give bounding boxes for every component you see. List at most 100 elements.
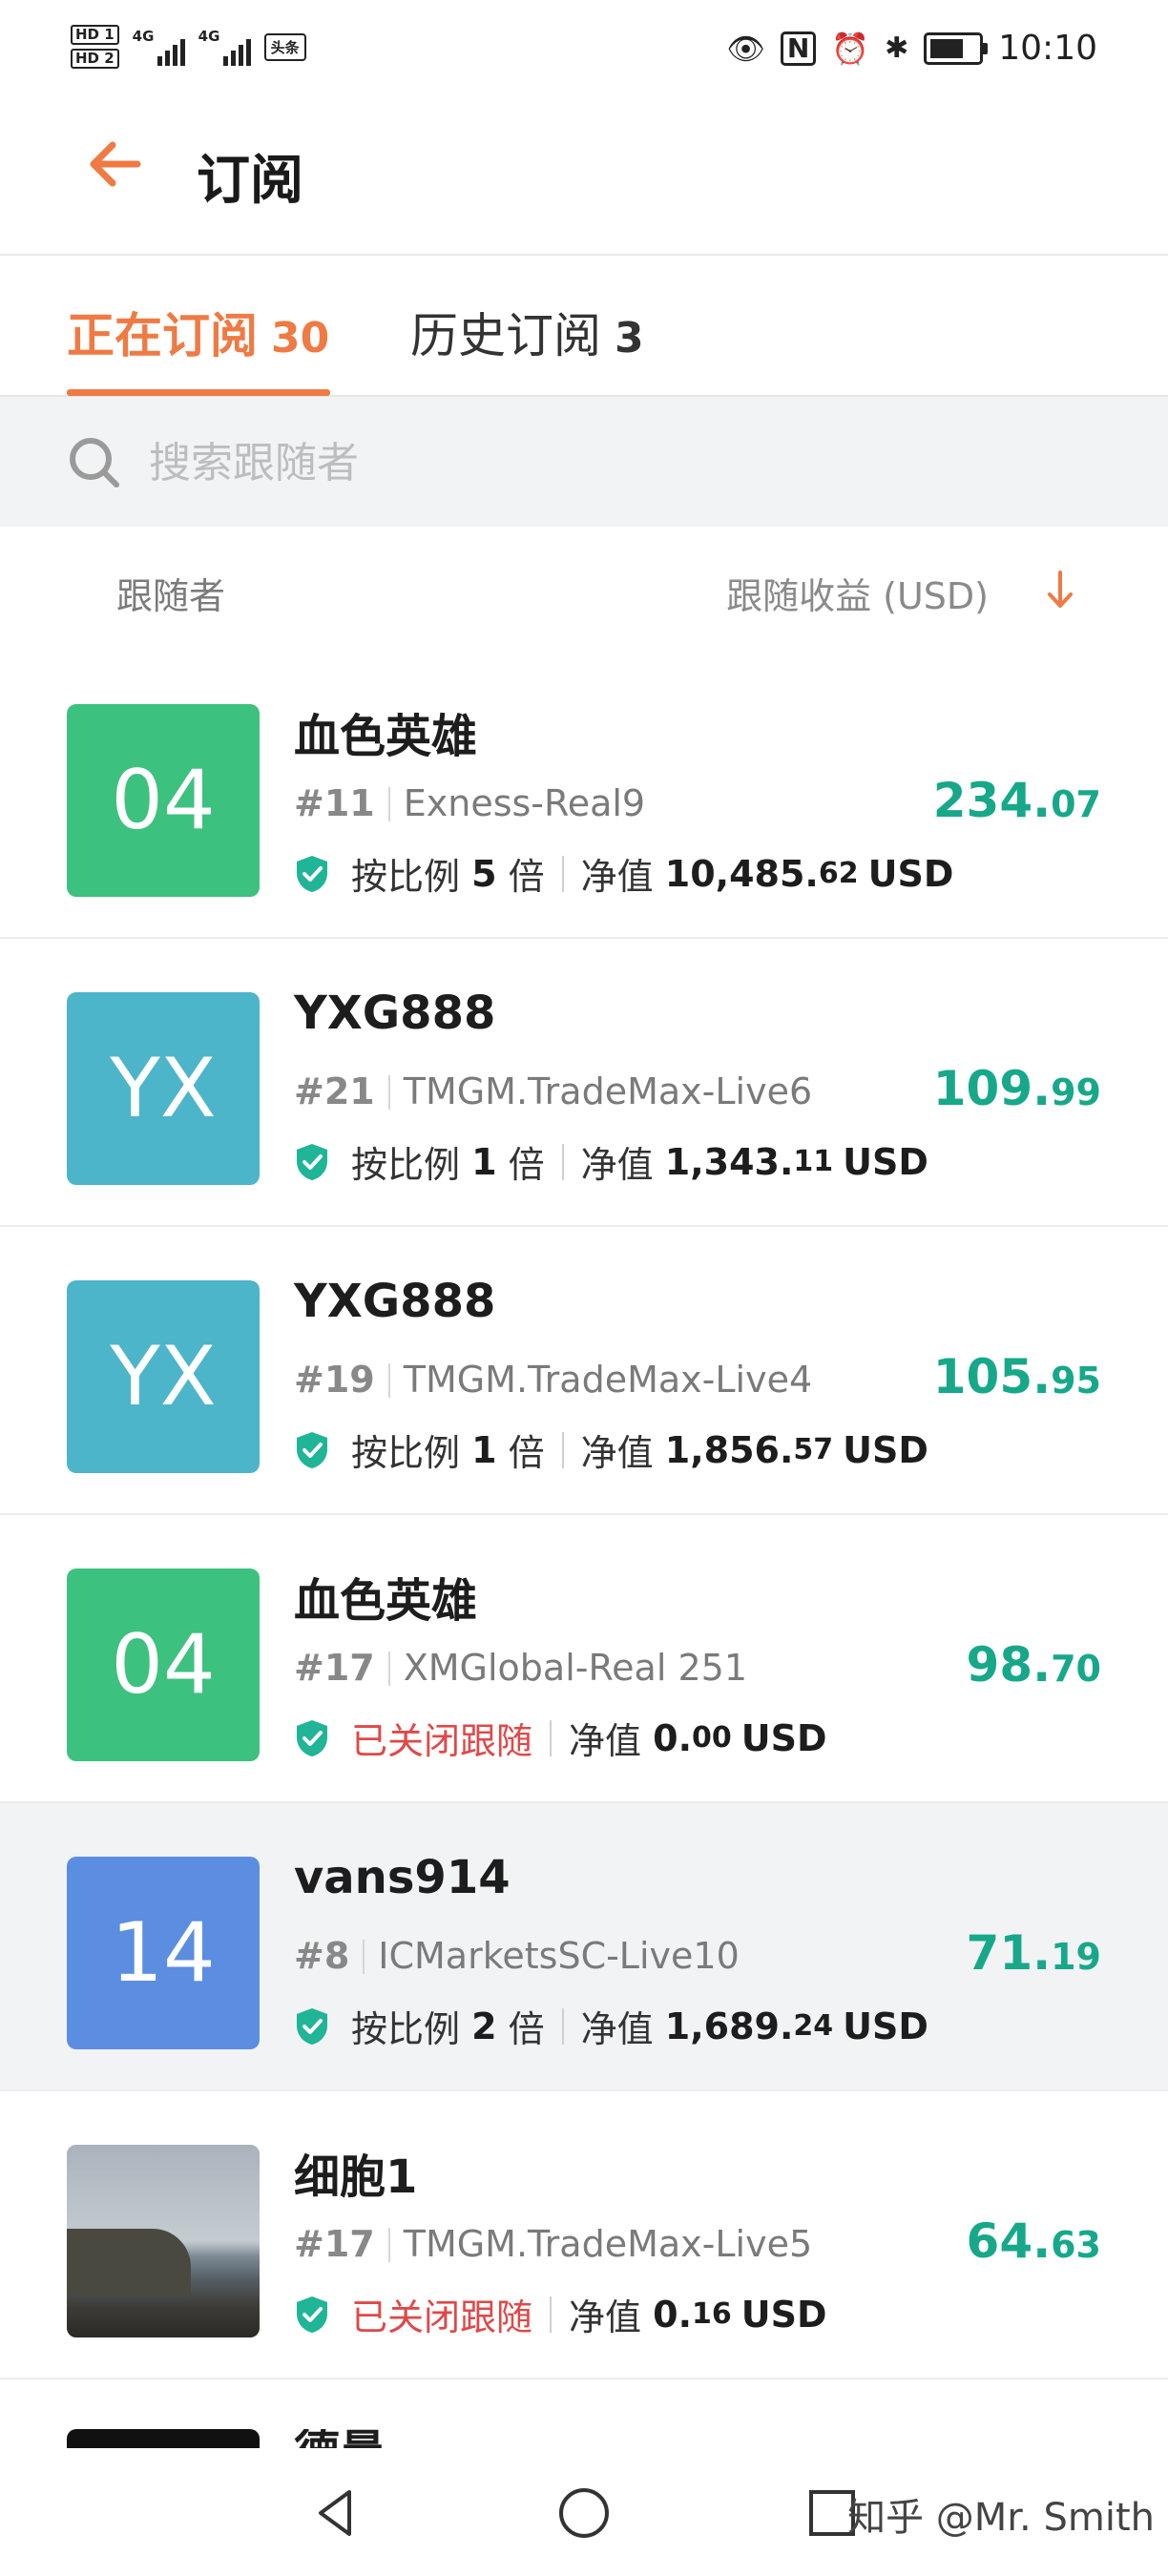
- follower-name: 血色英雄: [294, 1574, 478, 1628]
- equity-dec: 00: [692, 1721, 732, 1755]
- toutiao-badge: 头条: [263, 32, 306, 61]
- tab-history-subscriptions[interactable]: 历史订阅 3: [410, 298, 644, 366]
- sort-down-arrow-icon[interactable]: [1044, 569, 1076, 611]
- equity-label: 净值: [580, 1432, 654, 1474]
- equity-currency: USD: [843, 1428, 928, 1471]
- shield-check-icon: [297, 1719, 327, 1756]
- equity-dec: 24: [793, 2009, 834, 2043]
- profit-value: 71.19: [967, 1925, 1101, 1981]
- follow-status: 已关闭跟随 净值 0. 16 USD: [294, 2288, 827, 2340]
- tab-count: 30: [271, 314, 330, 363]
- status-bar: HD 1 HD 2 4G 4G 头条 👁 N ⏰ ✱ 10:10: [0, 0, 1168, 95]
- list-item[interactable]: 04 血色英雄 #11 Exness-Real9 按比例 5 倍 净值 10,48…: [0, 651, 1168, 939]
- search-input[interactable]: [149, 429, 1008, 496]
- tab-count: 3: [615, 314, 644, 363]
- account-info: #17 XMGlobal-Real 251: [294, 1647, 747, 1689]
- bluetooth-icon: ✱: [885, 31, 909, 65]
- account-info: #19 TMGM.TradeMax-Live4: [294, 1359, 812, 1401]
- avatar-text: YX: [110, 1329, 217, 1424]
- tab-indicator: [67, 389, 330, 396]
- profit-value: 109.99: [933, 1061, 1101, 1116]
- equity-currency: USD: [843, 1140, 928, 1183]
- follower-name: 德曼88777: [294, 2429, 519, 2448]
- list-item[interactable]: 04 血色英雄 #17 XMGlobal-Real 251 已关闭跟随 净值 0.…: [0, 1515, 1168, 1803]
- account-server: TMGM.TradeMax-Live4: [403, 1359, 813, 1401]
- nav-back-icon[interactable]: [307, 2484, 365, 2542]
- back-arrow-icon[interactable]: [82, 130, 151, 198]
- profit-int: 105.: [932, 1349, 1052, 1404]
- clock: 10:10: [998, 29, 1097, 68]
- battery-icon: [924, 31, 989, 65]
- account-rank: #17: [294, 2223, 375, 2265]
- ratio-value: 5: [471, 852, 497, 895]
- profit-dec: 63: [1051, 2224, 1101, 2266]
- equity-int: 1,856.: [664, 1428, 794, 1471]
- list-item-partial[interactable]: 德曼88777: [0, 2429, 1168, 2448]
- profit-dec: 70: [1051, 1648, 1101, 1690]
- avatar: [67, 2429, 260, 2448]
- column-profit[interactable]: 跟随收益 (USD): [726, 567, 989, 619]
- account-info: #11 Exness-Real9: [294, 782, 645, 824]
- account-rank: #8: [294, 1935, 350, 1977]
- page-title: 订阅: [197, 150, 303, 212]
- profit-value: 105.95: [933, 1349, 1101, 1404]
- account-rank: #17: [294, 1647, 375, 1689]
- avatar-text: 04: [111, 753, 216, 848]
- subscription-list: 04 血色英雄 #11 Exness-Real9 按比例 5 倍 净值 10,48…: [0, 651, 1168, 2379]
- account-info: #21 TMGM.TradeMax-Live6: [294, 1070, 812, 1112]
- list-item[interactable]: YX YXG888 #19 TMGM.TradeMax-Live4 按比例 1 倍…: [0, 1227, 1168, 1515]
- shield-check-icon: [297, 855, 327, 892]
- equity-dec: 11: [793, 1145, 834, 1178]
- sim-indicators: HD 1 HD 2: [71, 25, 119, 69]
- account-server: TMGM.TradeMax-Live5: [403, 2223, 813, 2265]
- ratio-suffix: 倍: [508, 856, 545, 898]
- nav-home-icon[interactable]: [555, 2484, 613, 2542]
- equity-label: 净值: [569, 1720, 642, 1762]
- profit-int: 109.: [932, 1061, 1052, 1116]
- avatar-photo: [67, 2145, 260, 2337]
- closed-status: 已关闭跟随: [351, 2296, 533, 2338]
- account-server: XMGlobal-Real 251: [403, 1647, 748, 1689]
- follower-name: 血色英雄: [294, 710, 478, 763]
- watermark: 知乎 @Mr. Smith: [847, 2496, 1155, 2540]
- account-rank: #11: [294, 782, 375, 824]
- ratio-prefix: 按比例: [351, 1144, 461, 1186]
- equity-dec: 57: [793, 1433, 834, 1466]
- profit-int: 71.: [966, 1925, 1052, 1981]
- list-item[interactable]: 14 vans914 #8 ICMarketsSC-Live10 按比例 2 倍 …: [0, 1803, 1168, 2091]
- follow-status: 按比例 5 倍 净值 10,485. 62 USD: [294, 847, 953, 900]
- status-left: HD 1 HD 2 4G 4G 头条: [71, 25, 306, 69]
- shield-check-icon: [297, 1143, 327, 1180]
- ratio-prefix: 按比例: [351, 2008, 461, 2050]
- profit-int: 234.: [932, 773, 1052, 828]
- follow-status: 按比例 1 倍 净值 1,856. 57 USD: [294, 1423, 928, 1476]
- avatar: 04: [67, 704, 260, 897]
- shield-check-icon: [297, 1431, 327, 1468]
- list-item[interactable]: YX YXG888 #21 TMGM.TradeMax-Live6 按比例 1 倍…: [0, 939, 1168, 1227]
- tab-active-subscriptions[interactable]: 正在订阅 30: [67, 298, 329, 366]
- equity-label: 净值: [569, 2296, 642, 2338]
- sim2-badge: HD 2: [71, 49, 119, 69]
- ratio-suffix: 倍: [508, 2008, 545, 2050]
- equity-currency: USD: [740, 2293, 827, 2336]
- tab-label: 历史订阅: [410, 308, 601, 364]
- equity-int: 0.: [653, 2293, 693, 2336]
- alarm-icon: ⏰: [831, 30, 870, 67]
- list-item[interactable]: 细胞1 #17 TMGM.TradeMax-Live5 已关闭跟随 净值 0. 16…: [0, 2091, 1168, 2379]
- equity-int: 1,689.: [664, 2005, 794, 2047]
- avatar-text: 14: [111, 1905, 216, 2001]
- avatar: 14: [67, 1857, 260, 2049]
- account-info: #8 ICMarketsSC-Live10: [294, 1935, 740, 1977]
- sim1-badge: HD 1: [71, 25, 119, 45]
- profit-int: 64.: [966, 2213, 1052, 2269]
- follow-status: 已关闭跟随 净值 0. 00 USD: [294, 1712, 827, 1764]
- status-right: 👁 N ⏰ ✱ 10:10: [726, 29, 1097, 68]
- profit-value: 234.07: [933, 773, 1101, 828]
- follower-name: YXG888: [294, 987, 496, 1040]
- equity-label: 净值: [580, 2008, 654, 2050]
- app-bar: 订阅: [0, 95, 1168, 256]
- follow-status: 按比例 2 倍 净值 1,689. 24 USD: [294, 2000, 928, 2052]
- equity-int: 1,343.: [664, 1140, 794, 1183]
- ratio-value: 2: [471, 2005, 497, 2047]
- equity-currency: USD: [843, 2005, 928, 2047]
